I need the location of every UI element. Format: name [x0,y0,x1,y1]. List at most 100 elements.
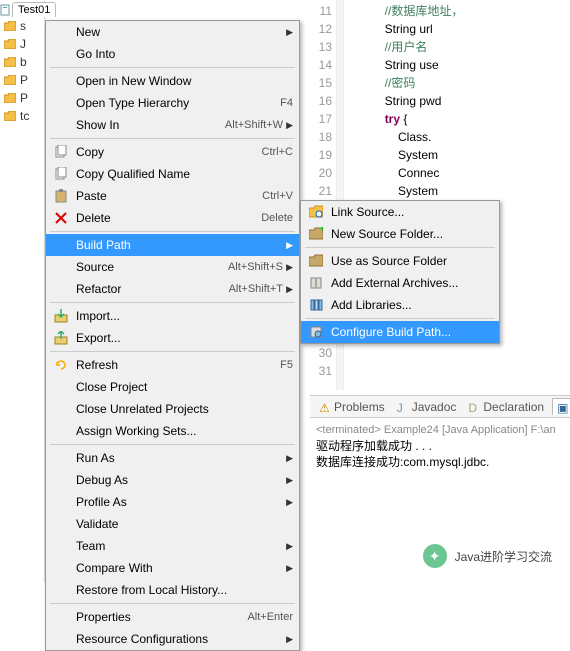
menu-label: New [76,25,283,39]
tree-item[interactable]: J [0,35,44,53]
folder-icon [3,91,17,105]
menu-separator [50,302,295,303]
menu-item[interactable]: CopyCtrl+C [46,141,299,163]
menu-item[interactable]: Import... [46,305,299,327]
menu-label: Open in New Window [76,74,293,88]
folder-icon [3,37,17,51]
build-path-submenu[interactable]: Link Source...+New Source Folder... Use a… [300,200,500,344]
menu-item[interactable]: New▶ [46,21,299,43]
menu-item[interactable]: Close Project [46,376,299,398]
submenu-arrow-icon: ▶ [283,284,293,295]
blank-icon [52,516,70,532]
menu-item[interactable]: Show InAlt+Shift+W▶ [46,114,299,136]
menu-item[interactable]: PasteCtrl+V [46,185,299,207]
menu-item[interactable]: Link Source... [301,201,499,223]
menu-label: Build Path [76,238,283,252]
archive-icon [307,275,325,291]
tab-label: Javadoc [412,400,457,414]
menu-item[interactable]: Profile As▶ [46,491,299,513]
menu-item[interactable]: Restore from Local History... [46,579,299,601]
menu-item[interactable]: Open in New Window [46,70,299,92]
menu-item[interactable]: Use as Source Folder [301,250,499,272]
menu-accelerator: Alt+Shift+T [229,283,283,295]
bottom-tab[interactable]: ▣Conso [552,398,570,415]
menu-item[interactable]: Debug As▶ [46,469,299,491]
package-explorer[interactable]: Test01 sJbPPtc [0,0,45,582]
blank-icon [52,46,70,62]
bottom-tab[interactable]: ⚠Problems [315,399,389,415]
menu-item[interactable]: RefreshF5 [46,354,299,376]
blank-icon [52,494,70,510]
menu-item[interactable]: Run As▶ [46,447,299,469]
tab-icon: ▣ [557,401,569,413]
menu-item[interactable]: Copy Qualified Name [46,163,299,185]
tree-item[interactable]: P [0,89,44,107]
menu-accelerator: Ctrl+V [262,190,293,202]
menu-separator [50,231,295,232]
menu-item[interactable]: Add External Archives... [301,272,499,294]
context-menu[interactable]: New▶Go IntoOpen in New WindowOpen Type H… [45,20,300,651]
menu-item[interactable]: Build Path▶ [46,234,299,256]
menu-item[interactable]: Go Into [46,43,299,65]
menu-accelerator: Delete [261,212,293,224]
menu-label: Validate [76,517,293,531]
menu-item[interactable]: Team▶ [46,535,299,557]
submenu-arrow-icon: ▶ [283,634,293,645]
menu-label: Debug As [76,473,283,487]
blank-icon [52,73,70,89]
menu-item[interactable]: Delete Delete [46,207,299,229]
tree-item[interactable]: P [0,71,44,89]
blank-icon [52,95,70,111]
tree-item[interactable]: b [0,53,44,71]
folder-icon [3,109,17,123]
menu-item[interactable]: Properties Alt+Enter [46,606,299,628]
menu-label: Go Into [76,47,293,61]
tree-item[interactable]: s [0,17,44,35]
tab-icon: J [397,401,409,413]
menu-label: Refactor [76,282,221,296]
menu-label: Properties [76,610,239,624]
menu-accelerator: F5 [280,359,293,371]
menu-accelerator: F4 [280,97,293,109]
lib-icon [307,297,325,313]
menu-item[interactable]: Refactor Alt+Shift+T▶ [46,278,299,300]
menu-label: Delete [76,211,253,225]
tree-item[interactable]: tc [0,107,44,125]
menu-item[interactable]: Compare With▶ [46,557,299,579]
project-tab[interactable]: Test01 [12,2,56,17]
menu-label: Copy [76,145,254,159]
copy-icon [52,166,70,182]
console-output[interactable]: <terminated> Example24 [Java Application… [310,418,570,474]
tree-label: P [20,73,28,87]
submenu-arrow-icon: ▶ [283,497,293,508]
tab-label: Problems [334,400,385,414]
menu-item[interactable]: +New Source Folder... [301,223,499,245]
menu-item[interactable]: Add Libraries... [301,294,499,316]
import-icon [52,308,70,324]
menu-separator [50,603,295,604]
menu-item[interactable]: Resource Configurations▶ [46,628,299,650]
menu-label: Import... [76,309,293,323]
folder-icon [3,73,17,87]
export-icon [52,330,70,346]
srcfolder-icon [307,253,325,269]
paste-icon [52,188,70,204]
menu-item[interactable]: SourceAlt+Shift+S▶ [46,256,299,278]
menu-label: Configure Build Path... [331,325,493,339]
blank-icon [52,631,70,647]
menu-item[interactable]: Assign Working Sets... [46,420,299,442]
menu-item[interactable]: Configure Build Path... [301,321,499,343]
blank-icon [52,117,70,133]
menu-separator [50,67,295,68]
bottom-tab[interactable]: DDeclaration [464,399,548,415]
menu-item[interactable]: Export... [46,327,299,349]
submenu-arrow-icon: ▶ [283,541,293,552]
menu-item[interactable]: Close Unrelated Projects [46,398,299,420]
menu-item[interactable]: Open Type HierarchyF4 [46,92,299,114]
menu-separator [50,138,295,139]
bottom-tabs[interactable]: ⚠ProblemsJJavadocDDeclaration▣Conso [310,396,570,418]
menu-accelerator: Alt+Enter [247,611,293,623]
bottom-tab[interactable]: JJavadoc [393,399,461,415]
menu-item[interactable]: Validate [46,513,299,535]
folder-icon [3,55,17,69]
